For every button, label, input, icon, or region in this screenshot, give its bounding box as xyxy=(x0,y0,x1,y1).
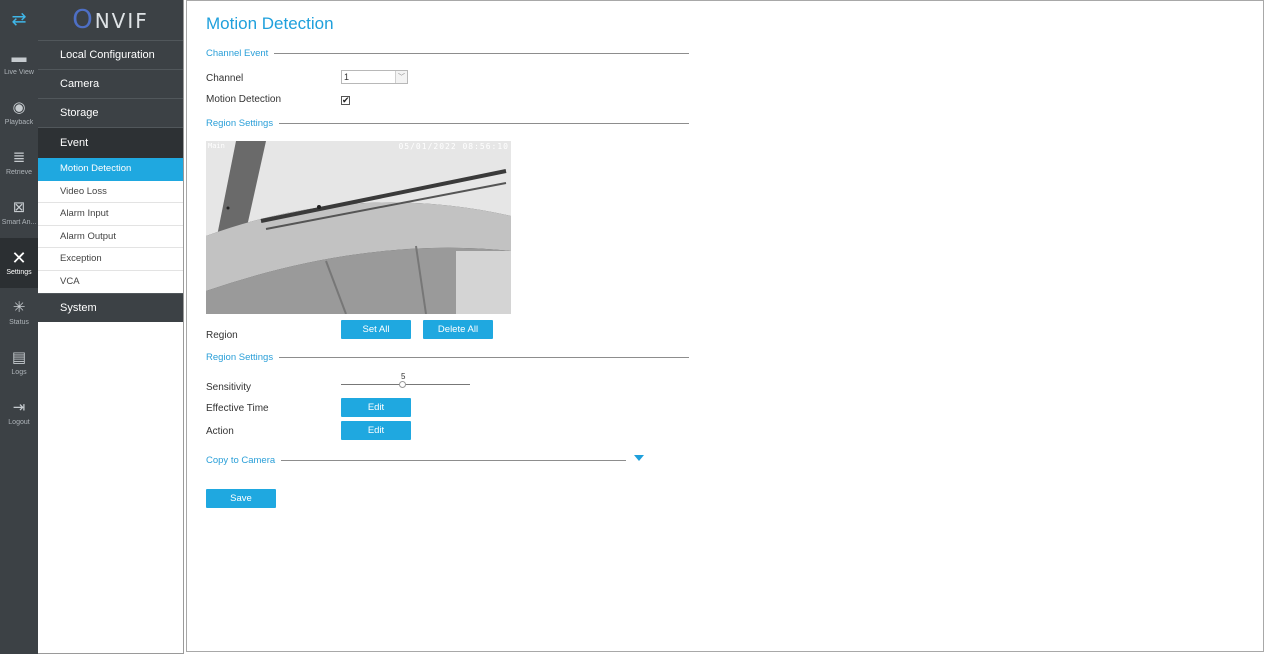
menu-event[interactable]: Event xyxy=(38,127,183,158)
delete-all-button[interactable]: Delete All xyxy=(423,320,493,339)
rail-item-logout[interactable]: ⇥ Logout xyxy=(0,388,38,438)
video-osd-label: Main xyxy=(208,142,225,150)
page-title: Motion Detection xyxy=(206,14,334,33)
expand-triangle-icon[interactable] xyxy=(634,455,644,461)
section-region-settings-2: Region Settings xyxy=(206,350,689,364)
smart-analytics-icon: ⊠ xyxy=(12,199,26,216)
menu-item-vca[interactable]: VCA xyxy=(38,271,183,294)
playback-icon: ◉ xyxy=(12,99,26,116)
action-edit-button[interactable]: Edit xyxy=(341,421,411,440)
divider xyxy=(274,52,689,54)
section-region-settings: Region Settings xyxy=(206,116,689,130)
rail-label: Live View xyxy=(4,69,34,76)
icon-rail: ⇄ ▬ Live View ◉ Playback ≣ Retrieve ⊠ Sm… xyxy=(0,0,38,654)
camera-view-image xyxy=(206,141,511,314)
section-copy-to-camera[interactable]: Copy to Camera xyxy=(206,453,626,467)
rail-label: Playback xyxy=(4,119,34,126)
logs-icon: ▤ xyxy=(11,349,27,366)
motion-detection-checkbox[interactable]: ✔ xyxy=(341,96,350,105)
live-view-icon: ▬ xyxy=(11,49,27,66)
set-all-button[interactable]: Set All xyxy=(341,320,411,339)
settings-menu: ONVIF Local Configuration Camera Storage… xyxy=(38,0,184,654)
chevron-down-icon[interactable]: ﹀ xyxy=(395,71,407,83)
region-label: Region xyxy=(206,330,238,341)
menu-storage[interactable]: Storage xyxy=(38,98,183,127)
divider xyxy=(279,122,689,124)
divider xyxy=(281,459,626,461)
motion-detection-label: Motion Detection xyxy=(206,94,282,105)
channel-select[interactable]: 1 ﹀ xyxy=(341,70,408,84)
sensitivity-label: Sensitivity xyxy=(206,382,252,393)
menu-system[interactable]: System xyxy=(38,293,183,322)
rail-label: Retrieve xyxy=(5,169,33,176)
menu-camera[interactable]: Camera xyxy=(38,69,183,98)
menu-item-motion-detection[interactable]: Motion Detection xyxy=(38,158,183,181)
swap-icon[interactable]: ⇄ xyxy=(0,0,38,38)
channel-label: Channel xyxy=(206,73,244,84)
menu-item-alarm-input[interactable]: Alarm Input xyxy=(38,203,183,226)
rail-item-playback[interactable]: ◉ Playback xyxy=(0,88,38,138)
logout-icon: ⇥ xyxy=(12,399,26,416)
sensitivity-slider-thumb[interactable] xyxy=(399,381,406,388)
sensitivity-value: 5 xyxy=(401,372,406,381)
menu-item-exception[interactable]: Exception xyxy=(38,248,183,271)
settings-icon: ✕ xyxy=(11,248,27,268)
menu-item-video-loss[interactable]: Video Loss xyxy=(38,181,183,203)
retrieve-icon: ≣ xyxy=(12,149,26,166)
video-timestamp: 05/01/2022 08:56:10 xyxy=(398,142,509,151)
main-panel: Motion Detection Channel Event Channel 1… xyxy=(186,0,1264,652)
menu-local-configuration[interactable]: Local Configuration xyxy=(38,40,183,69)
status-icon: ✳ xyxy=(12,299,26,316)
rail-label: Logout xyxy=(8,419,30,426)
rail-item-live-view[interactable]: ▬ Live View xyxy=(0,38,38,88)
rail-label: Status xyxy=(9,319,29,326)
save-button[interactable]: Save xyxy=(206,489,276,508)
rail-item-settings[interactable]: ✕ Settings xyxy=(0,238,38,288)
rail-label: Settings xyxy=(6,269,32,276)
rail-item-logs[interactable]: ▤ Logs xyxy=(0,338,38,388)
effective-time-edit-button[interactable]: Edit xyxy=(341,398,411,417)
divider xyxy=(279,356,689,358)
rail-label: Logs xyxy=(11,369,27,376)
menu-item-alarm-output[interactable]: Alarm Output xyxy=(38,226,183,248)
effective-time-label: Effective Time xyxy=(206,403,269,414)
rail-item-status[interactable]: ✳ Status xyxy=(0,288,38,338)
video-preview[interactable]: Main 05/01/2022 08:56:10 xyxy=(206,141,511,314)
rail-item-retrieve[interactable]: ≣ Retrieve xyxy=(0,138,38,188)
onvif-logo: ONVIF xyxy=(38,0,183,40)
section-channel-event: Channel Event xyxy=(206,46,689,60)
rail-item-smart-analytics[interactable]: ⊠ Smart An... xyxy=(0,188,38,238)
action-label: Action xyxy=(206,426,234,437)
rail-label: Smart An... xyxy=(1,219,37,226)
